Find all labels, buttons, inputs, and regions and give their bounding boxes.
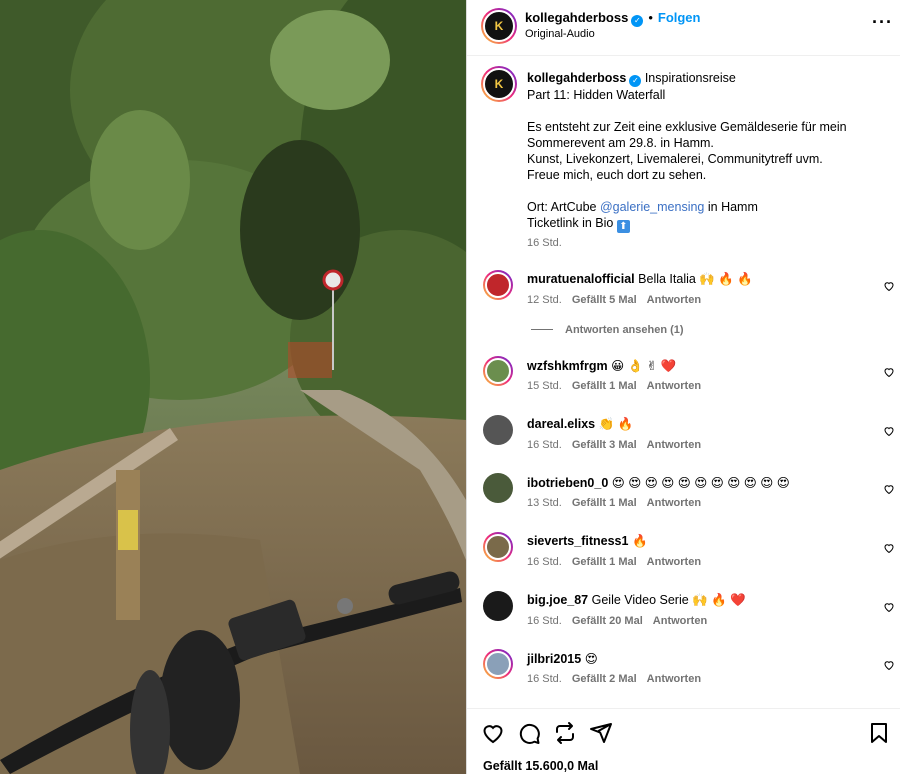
view-replies-button[interactable]: Antworten ansehen (1) [531,324,684,336]
comment-text: 😍 😍 😍 😍 😍 😍 😍 😍 😍 😍 😍 [611,476,790,490]
reply-button[interactable]: Antworten [647,556,701,568]
comment-text: Bella Italia 🙌 🔥 🔥 [638,272,753,286]
verified-badge-icon: ✓ [631,15,644,27]
comment-likes[interactable]: Gefällt 1 Mal [572,380,637,392]
like-comment-heart-icon[interactable] [883,425,895,437]
comment-time[interactable]: 16 Std. [527,615,562,627]
comment-text: 👏 🔥 [598,417,634,431]
more-options-icon[interactable]: ··· [872,12,893,33]
comment-avatar[interactable] [483,591,513,621]
comment-likes[interactable]: Gefällt 5 Mal [572,294,637,306]
audio-link[interactable]: Original-Audio [525,28,595,40]
caption-line [527,103,887,119]
post-side-panel: K kollegahderboss ✓ • Folgen Original-Audio… [466,0,900,774]
heart-icon[interactable] [481,721,505,745]
comment-text: 😀 👌 ✌ ❤️ [611,359,677,373]
comment-avatar[interactable] [483,270,513,300]
comment-icon[interactable] [517,721,541,745]
caption-username[interactable]: kollegahderboss [527,71,626,85]
caption-line: Es entsteht zur Zeit eine exklusive Gemä… [527,120,847,134]
comment-username[interactable]: ibotrieben0_0 [527,476,608,490]
caption-avatar[interactable]: K [481,66,517,102]
caption-line: Kunst, Livekonzert, Livemalerei, Communi… [527,152,823,166]
comment-item: dareal.elixs 👏 🔥 16 Std. Gefällt 3 Mal Ant… [467,415,900,455]
comment-text: 😍 [584,652,598,666]
location-prefix: Ort: ArtCube [527,200,597,214]
caption-time[interactable]: 16 Std. [527,235,887,251]
comment-username[interactable]: big.joe_87 [527,593,588,607]
comment-text: Geile Video Serie 🙌 🔥 ❤️ [591,593,746,607]
location-suffix: in Hamm [707,200,758,214]
reply-button[interactable]: Antworten [653,615,707,627]
comment-time[interactable]: 16 Std. [527,673,562,685]
comment-time[interactable]: 15 Std. [527,380,562,392]
ticket-text: Ticketlink in Bio [527,216,614,230]
reply-button[interactable]: Antworten [647,380,701,392]
author-username[interactable]: kollegahderboss [525,10,628,25]
comment-username[interactable]: jilbri2015 [527,652,581,666]
comment-time[interactable]: 16 Std. [527,556,562,568]
comment-avatar[interactable] [483,532,513,562]
caption-line: Sommerevent am 29.8. in Hamm. [527,136,714,150]
comment-time[interactable]: 12 Std. [527,294,562,306]
comment-likes[interactable]: Gefällt 20 Mal [572,615,643,627]
like-comment-heart-icon[interactable] [883,542,895,554]
comment-avatar[interactable] [483,356,513,386]
share-icon[interactable] [553,721,577,745]
caption-line: Freue mich, euch dort zu sehen. [527,168,707,182]
comment-avatar[interactable] [483,473,513,503]
comment-likes[interactable]: Gefällt 3 Mal [572,439,637,451]
comment-item: jilbri2015 😍 16 Std. Gefällt 2 Mal Antwort… [467,649,900,689]
post-media[interactable] [0,0,466,774]
caption-line [527,183,887,199]
comment-username[interactable]: sieverts_fitness1 [527,534,628,548]
comment-likes[interactable]: Gefällt 1 Mal [572,556,637,568]
post-header: K kollegahderboss ✓ • Folgen Original-Audio… [467,0,900,56]
post-photo [0,0,466,774]
reply-button[interactable]: Antworten [647,439,701,451]
reply-button[interactable]: Antworten [647,294,701,306]
comment-time[interactable]: 13 Std. [527,497,562,509]
send-icon[interactable] [589,721,613,745]
caption-avatar-image: K [494,77,504,91]
comment-item: big.joe_87 Geile Video Serie 🙌 🔥 ❤️ 16 S… [467,591,900,631]
comment-item: sieverts_fitness1 🔥 16 Std. Gefällt 1 Mal… [467,532,900,572]
header-separator: • [648,10,653,25]
follow-button[interactable]: Folgen [658,10,701,25]
author-avatar[interactable]: K [481,8,517,44]
comment-avatar[interactable] [483,649,513,679]
reply-button[interactable]: Antworten [647,673,701,685]
verified-badge-icon: ✓ [629,75,642,87]
comment-avatar[interactable] [483,415,513,445]
like-comment-heart-icon[interactable] [883,280,895,292]
likes-count[interactable]: Gefällt 15.600,0 Mal [483,759,598,773]
bookmark-icon[interactable] [867,721,891,745]
comment-item: ibotrieben0_0 😍 😍 😍 😍 😍 😍 😍 😍 😍 😍 😍 13 S… [467,473,900,513]
view-replies-label: Antworten ansehen (1) [565,324,684,336]
like-comment-heart-icon[interactable] [883,366,895,378]
comment-text: 🔥 [631,534,648,548]
replies-divider [531,329,553,330]
comment-item: wzfshkmfrgm 😀 👌 ✌ ❤️ 15 Std. Gefällt 1 Ma… [467,356,900,396]
caption-title: Inspirationsreise [644,71,736,85]
up-arrow-icon: ⬆ [616,220,630,233]
like-comment-heart-icon[interactable] [883,483,895,495]
location-mention-link[interactable]: @galerie_mensing [600,200,704,214]
caption-line: Part 11: Hidden Waterfall [527,88,666,102]
comment-item: muratuenalofficial Bella Italia 🙌 🔥 🔥 12… [467,270,900,310]
comment-username[interactable]: dareal.elixs [527,417,595,431]
like-comment-heart-icon[interactable] [883,601,895,613]
reply-button[interactable]: Antworten [647,497,701,509]
comment-time[interactable]: 16 Std. [527,439,562,451]
post-actions: Gefällt 15.600,0 Mal [467,708,900,774]
comment-likes[interactable]: Gefällt 1 Mal [572,497,637,509]
like-comment-heart-icon[interactable] [883,659,895,671]
comment-likes[interactable]: Gefällt 2 Mal [572,673,637,685]
comment-username[interactable]: wzfshkmfrgm [527,359,608,373]
comment-username[interactable]: muratuenalofficial [527,272,635,286]
author-avatar-image: K [494,19,504,33]
